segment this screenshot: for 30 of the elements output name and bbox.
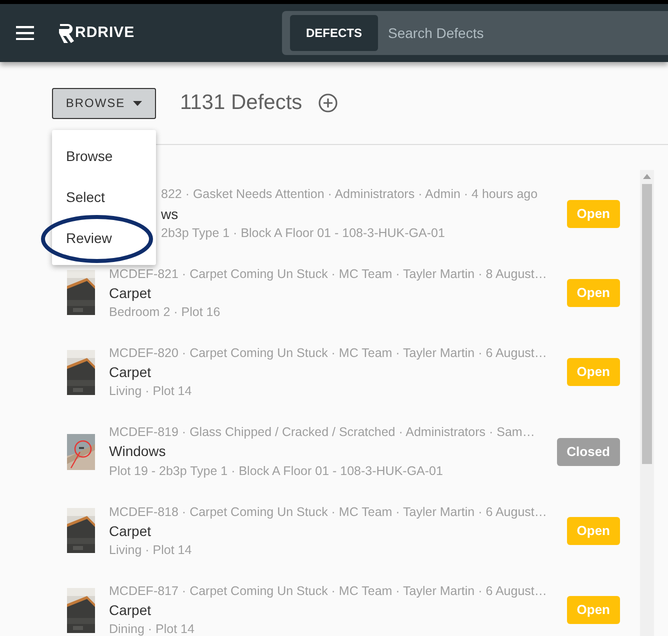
defect-location: Bedroom 2 · Plot 16: [109, 305, 220, 320]
defect-meta: 822 · Gasket Needs Attention · Administrators · Admin · 4 hours ago: [161, 187, 538, 202]
mode-dropdown-button[interactable]: BROWSE: [52, 88, 156, 118]
menu-icon[interactable]: [16, 26, 34, 40]
defect-location: Plot 19 - 2b3p Type 1 · Block A Floor 01 - 108-3-HUK-GA-01: [109, 464, 443, 478]
menu-item[interactable]: Select: [52, 177, 156, 218]
defect-title: Carpet: [109, 602, 152, 618]
defect-meta: MCDEF-818 · Carpet Coming Un Stuck · MC Team · Tayler Martin · 6 August…: [109, 504, 547, 519]
defect-title: Carpet: [109, 284, 152, 301]
logo-icon: [58, 23, 75, 43]
defect-meta: MCDEF-817 · Carpet Coming Un Stuck · MC Team · Tayler Martin · 6 August…: [109, 584, 547, 598]
defect-count: 1131 Defects: [180, 90, 302, 116]
defect-meta: MCDEF-819 · Glass Chipped / Cracked / Scratched · Administrators · Sam…: [109, 425, 535, 440]
add-icon[interactable]: [318, 93, 338, 113]
scope-button[interactable]: DEFECTS: [290, 15, 378, 51]
defect-location: Living · Plot 14: [109, 384, 192, 398]
defect-location: Living · Plot 14: [109, 542, 192, 557]
defect-location: 2b3p Type 1 · Block A Floor 01 - 108-3-HUK-GA-01: [161, 226, 445, 240]
defect-meta: MCDEF-821 · Carpet Coming Un Stuck · MC Team · Tayler Martin · 8 August…: [109, 266, 547, 281]
caret-icon: [133, 100, 142, 106]
defect-title: Carpet: [109, 364, 152, 380]
search-field[interactable]: DEFECTS Search Defects: [282, 11, 668, 55]
scrollbar[interactable]: [640, 170, 654, 636]
defect-meta: MCDEF-820 · Carpet Coming Un Stuck · MC Team · Tayler Martin · 6 August…: [109, 346, 547, 360]
defect-title: Carpet: [109, 522, 152, 539]
defect-location: Dining · Plot 14: [109, 622, 194, 636]
menu-item[interactable]: Browse: [52, 136, 156, 177]
defect-title: Windows: [109, 443, 166, 460]
defect-title: ws: [161, 206, 178, 222]
brand-name: RDRIVE: [75, 22, 135, 43]
